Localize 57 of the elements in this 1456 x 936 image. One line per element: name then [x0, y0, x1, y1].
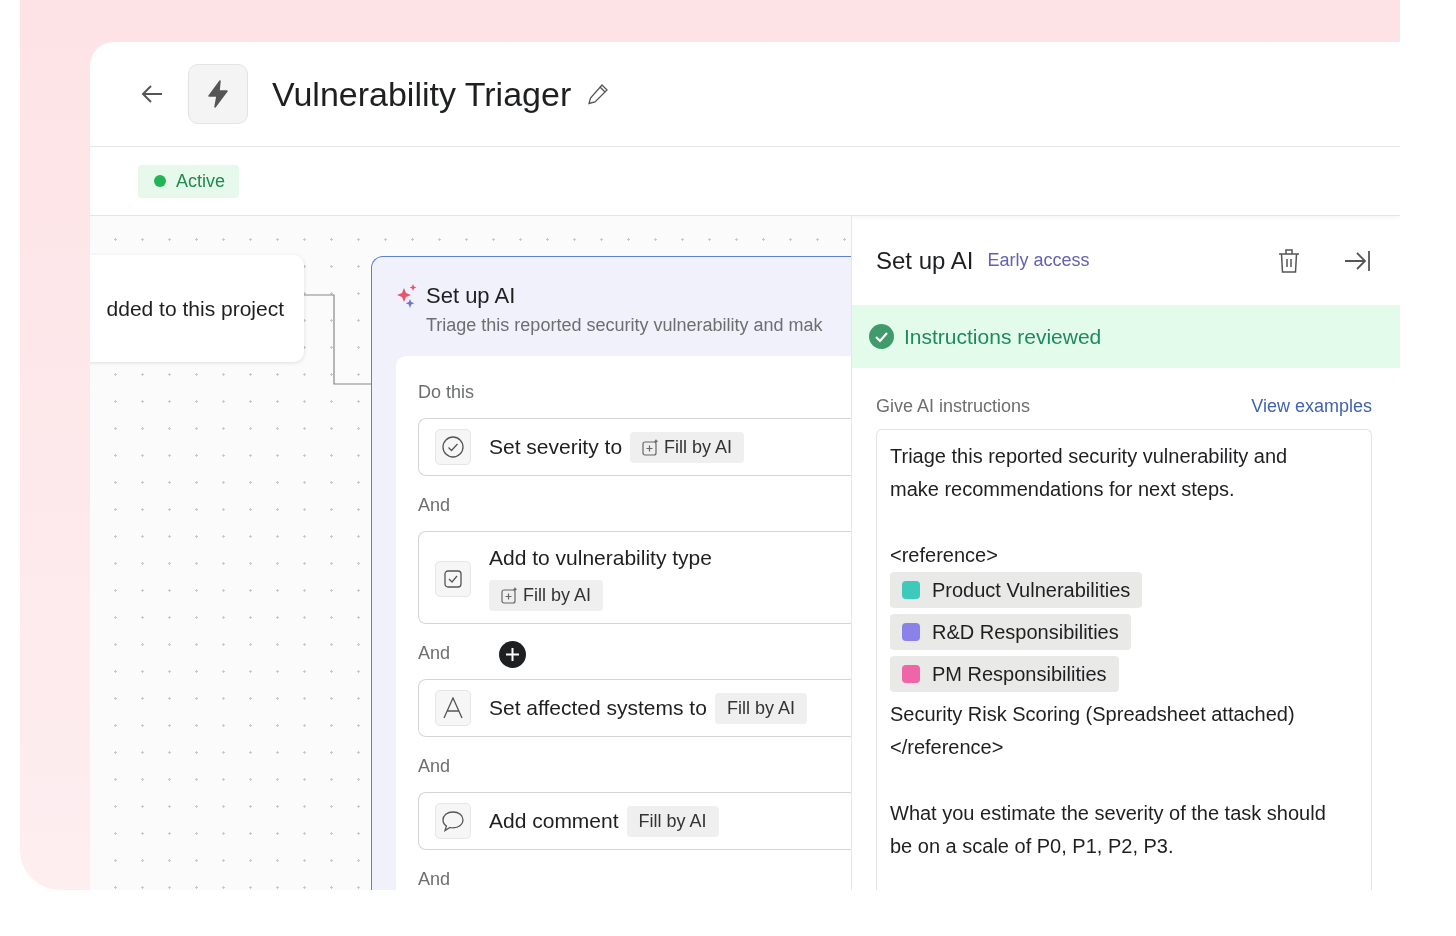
pencil-icon — [587, 83, 610, 105]
check-circle-icon — [442, 436, 464, 458]
tag-label: Product Vulnerabilities — [932, 578, 1131, 602]
speech-bubble-icon — [441, 810, 465, 832]
lightning-bolt-icon — [207, 80, 229, 108]
checkbox-icon — [444, 569, 462, 588]
delete-button[interactable] — [1278, 247, 1300, 274]
tag-label: PM Responsibilities — [932, 662, 1107, 686]
fill-by-ai-chip[interactable]: Fill by AI — [489, 580, 604, 611]
reference-tag[interactable]: PM Responsibilities — [890, 656, 1119, 692]
fill-by-ai-chip[interactable]: Fill by AI — [630, 431, 745, 463]
node-description: Triage this reported security vulnerability and mak — [426, 315, 824, 336]
connector-label: And — [418, 869, 451, 890]
instruction-text: Triage this reported security vulnerability and make recommendations for next steps. — [890, 444, 1289, 502]
connector-label: And — [418, 756, 451, 777]
banner-text: Instructions reviewed — [904, 324, 1102, 349]
action-row[interactable]: Add comment Fill by AI — [418, 792, 851, 850]
action-label: Set severity to — [489, 435, 623, 459]
node-title: Set up AI — [426, 283, 516, 309]
action-label: Add comment — [489, 809, 619, 833]
instruction-text: <reference> — [890, 543, 999, 568]
action-row[interactable]: Set severity to Fill by AI — [418, 418, 851, 476]
sparkles-icon — [396, 284, 418, 308]
back-arrow-icon — [140, 84, 164, 104]
action-row[interactable]: Add to vulnerability type Fill by AI — [418, 531, 851, 624]
instruction-text: What you estimate the severity of the task should be on a scale of P0, P1, P2, P3. — [890, 801, 1327, 859]
letter-a-icon — [443, 697, 463, 719]
arrow-to-line-icon — [1344, 249, 1370, 272]
reference-tag[interactable]: R&D Responsibilities — [890, 614, 1131, 650]
panel-title: Set up AI — [876, 246, 974, 275]
check-circle-icon — [869, 324, 894, 349]
tag-label: R&D Responsibilities — [932, 620, 1119, 644]
field-label: Give AI instructions — [876, 396, 1031, 417]
action-label: Set affected systems to — [489, 696, 707, 720]
sparkle-plus-icon — [501, 587, 518, 604]
action-row[interactable]: Set affected systems to Fill by AI — [418, 679, 851, 737]
fill-by-ai-chip[interactable]: Fill by AI — [714, 692, 807, 724]
trash-icon — [1278, 247, 1300, 274]
page-title: Vulnerability Triager — [272, 74, 572, 114]
instruction-text: </reference> — [890, 735, 1005, 760]
instructions-field[interactable] — [876, 429, 1372, 890]
action-label: Add to vulnerability type — [489, 546, 712, 570]
reference-tag[interactable]: Product Vulnerabilities — [890, 572, 1143, 608]
plus-icon — [506, 648, 519, 661]
workflow-card[interactable]: dded to this project — [90, 255, 304, 362]
fill-by-ai-chip[interactable]: Fill by AI — [626, 805, 719, 837]
collapse-panel-button[interactable] — [1344, 249, 1370, 272]
connector-label: And — [418, 495, 451, 516]
sparkle-plus-icon — [642, 438, 660, 456]
early-access-label: Early access — [987, 250, 1090, 271]
status-badge: Active — [138, 164, 240, 198]
connector-label: And — [418, 643, 451, 664]
back-button[interactable] — [140, 84, 164, 104]
instruction-text: Security Risk Scoring (Spreadsheet attached) — [890, 702, 1296, 727]
section-label: Do this — [418, 382, 475, 403]
edit-button[interactable] — [587, 83, 610, 105]
view-examples-link[interactable]: View examples — [1251, 396, 1372, 417]
